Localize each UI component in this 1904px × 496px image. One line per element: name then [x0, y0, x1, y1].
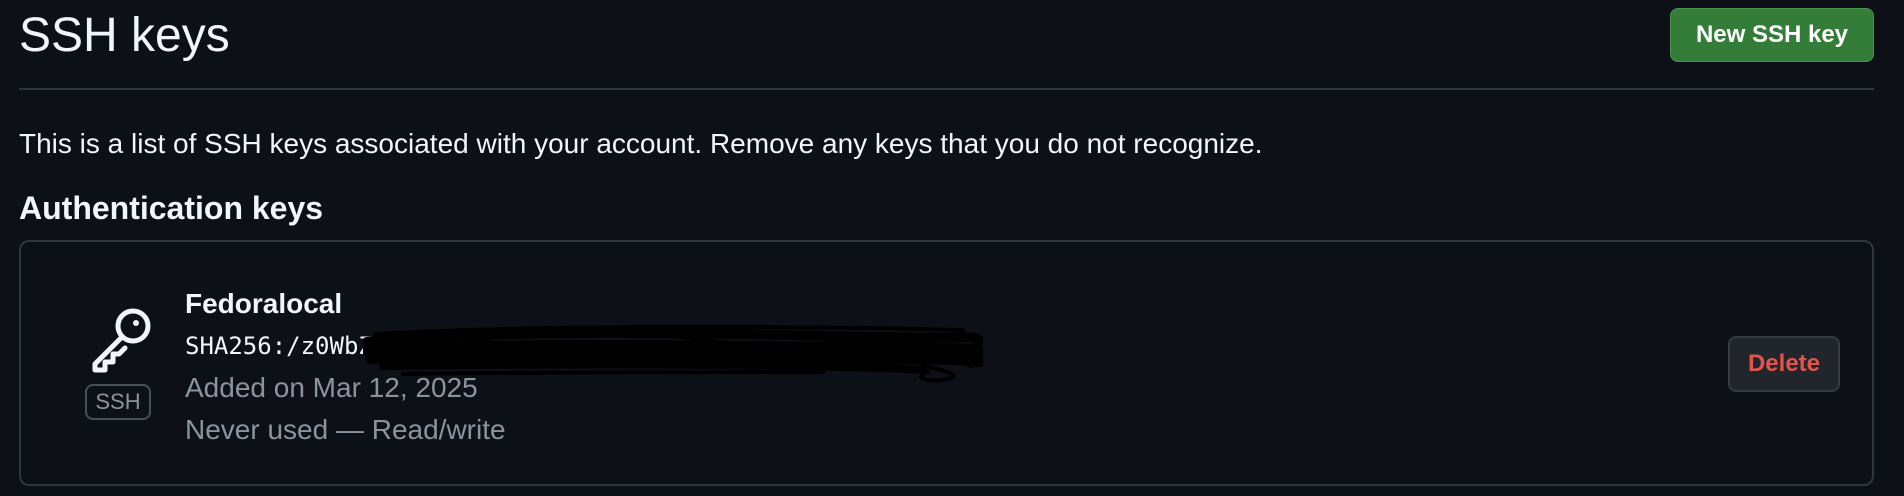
page-title: SSH keys	[19, 9, 230, 62]
key-title: Fedoralocal	[185, 288, 343, 319]
key-fingerprint: SHA256:/z0WbZE	[185, 332, 388, 360]
key-icon	[92, 308, 151, 373]
section-title: Authentication keys	[19, 190, 324, 226]
new-ssh-key-button[interactable]: New SSH key	[1670, 8, 1874, 62]
delete-key-button[interactable]: Delete	[1728, 336, 1840, 392]
fingerprint-container: SHA256:/z0WbZE	[185, 324, 983, 383]
key-added-date: Added on Mar 12, 2025	[185, 372, 478, 403]
intro-text: This is a list of SSH keys associated wi…	[19, 128, 1263, 159]
key-usage: Never used — Read/write	[185, 414, 506, 445]
page-header: SSH keys New SSH key	[19, 0, 1874, 90]
ssh-key-item: SSH Fedoralocal SHA256:/z0WbZE Added on …	[19, 240, 1874, 486]
key-type-badge: SSH	[85, 384, 151, 420]
